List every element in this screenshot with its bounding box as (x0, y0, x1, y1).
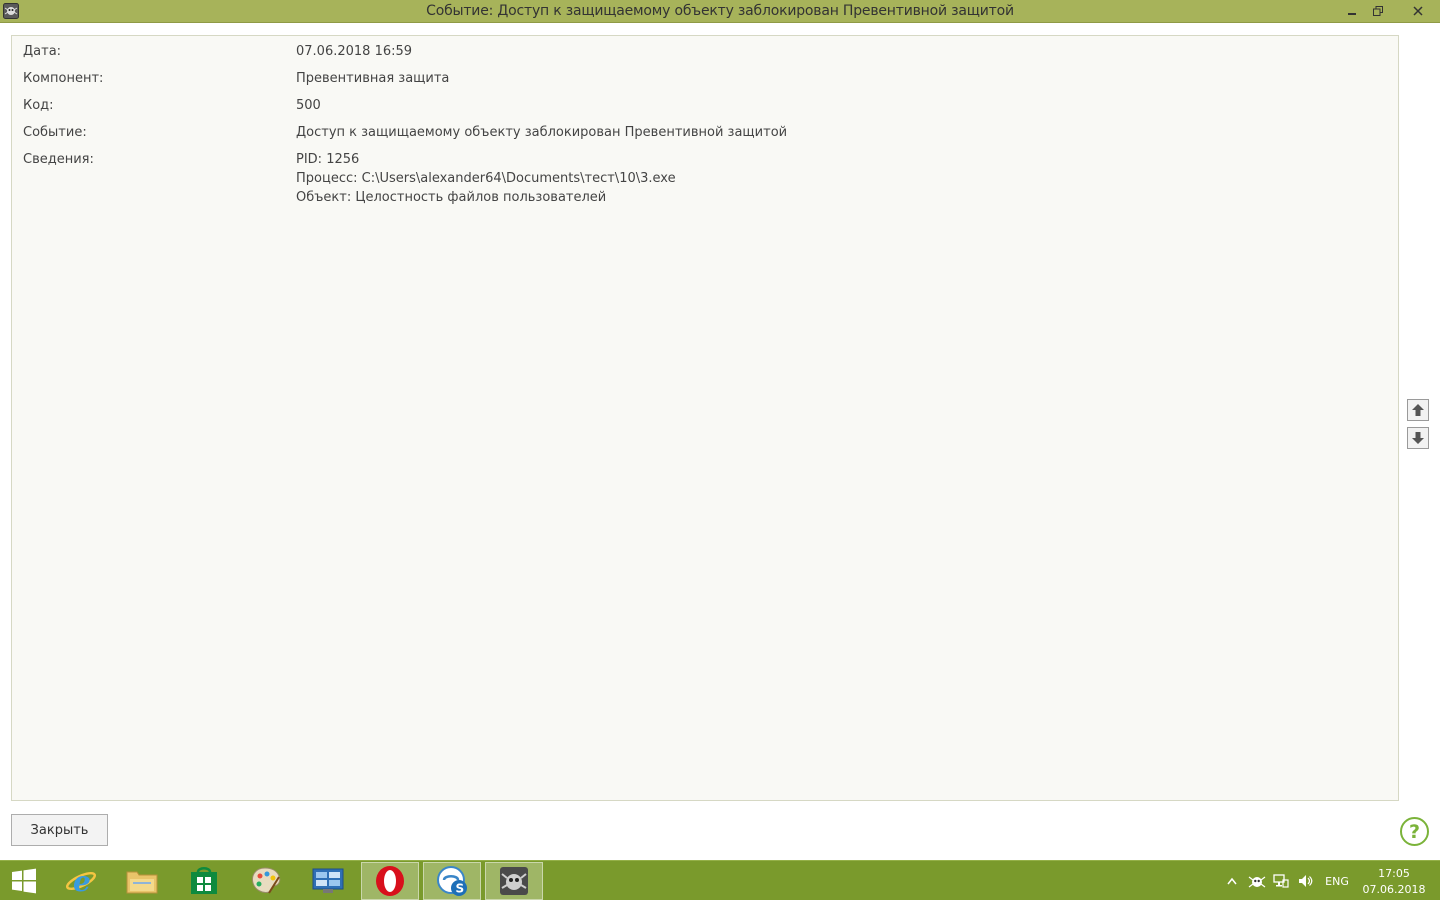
opera-icon (376, 866, 404, 896)
network-icon (1273, 874, 1289, 888)
info-value: PID: 1256 Процесс: C:\Users\alexander64\… (296, 150, 676, 207)
event-details-panel: Дата: 07.06.2018 16:59 Компонент: Превен… (11, 35, 1399, 801)
store-icon (191, 867, 217, 894)
windows-logo-icon (12, 868, 36, 894)
svg-text:e: e (73, 865, 91, 898)
code-value: 500 (296, 98, 321, 113)
skype-icon: S (437, 866, 467, 896)
internet-explorer-icon: e (65, 865, 97, 898)
taskbar-store[interactable] (175, 862, 233, 900)
restore-button[interactable] (1368, 0, 1388, 21)
drweb-spider-icon (500, 867, 528, 895)
arrow-up-icon (1412, 404, 1424, 416)
tray-language[interactable]: ENG (1322, 861, 1352, 900)
start-button[interactable] (0, 862, 48, 900)
taskbar-control-panel[interactable] (299, 862, 357, 900)
taskbar-opera[interactable] (361, 862, 419, 900)
taskbar-drweb[interactable] (485, 862, 543, 900)
code-label: Код: (23, 98, 54, 113)
arrow-down-icon (1412, 432, 1424, 444)
help-button[interactable]: ? (1400, 817, 1429, 846)
control-panel-icon (312, 868, 344, 893)
tray-volume[interactable] (1295, 861, 1315, 900)
tray-clock[interactable]: 17:05 07.06.2018 (1356, 866, 1432, 898)
window-title: Событие: Доступ к защищаемому объекту за… (426, 3, 1014, 19)
date-label: Дата: (23, 44, 62, 59)
tray-drweb[interactable] (1246, 861, 1268, 900)
drweb-tray-icon (1248, 876, 1266, 888)
previous-event-button[interactable] (1407, 399, 1429, 421)
folder-icon (126, 871, 158, 894)
taskbar: e S ENG 17:05 07.06.2018 (0, 860, 1440, 900)
title-bar: Событие: Доступ к защищаемому объекту за… (0, 0, 1440, 23)
event-label: Событие: (23, 125, 87, 140)
event-value: Доступ к защищаемому объекту заблокирова… (296, 125, 788, 140)
taskbar-file-explorer[interactable] (113, 862, 171, 900)
taskbar-paint[interactable] (237, 862, 295, 900)
info-process: Процесс: C:\Users\alexander64\Documents\… (296, 171, 676, 186)
taskbar-skype[interactable]: S (423, 862, 481, 900)
clock-date: 07.06.2018 (1362, 883, 1426, 896)
next-event-button[interactable] (1407, 427, 1429, 449)
tray-network[interactable] (1271, 861, 1291, 900)
close-window-button[interactable] (1396, 0, 1440, 21)
component-label: Компонент: (23, 71, 104, 86)
svg-text:S: S (456, 882, 465, 896)
close-button[interactable]: Закрыть (11, 814, 108, 846)
info-object: Объект: Целостность файлов пользователей (296, 190, 607, 205)
info-label: Сведения: (23, 152, 94, 167)
info-pid: PID: 1256 (296, 152, 360, 167)
paint-palette-icon (252, 867, 281, 894)
minimize-button[interactable] (1342, 0, 1362, 21)
show-hidden-icons-button[interactable] (1224, 861, 1240, 900)
component-value: Превентивная защита (296, 71, 450, 86)
date-value: 07.06.2018 16:59 (296, 44, 413, 59)
clock-time: 17:05 (1378, 867, 1410, 880)
taskbar-internet-explorer[interactable]: e (52, 862, 110, 900)
chevron-up-icon (1227, 877, 1237, 885)
speaker-icon (1299, 875, 1313, 887)
